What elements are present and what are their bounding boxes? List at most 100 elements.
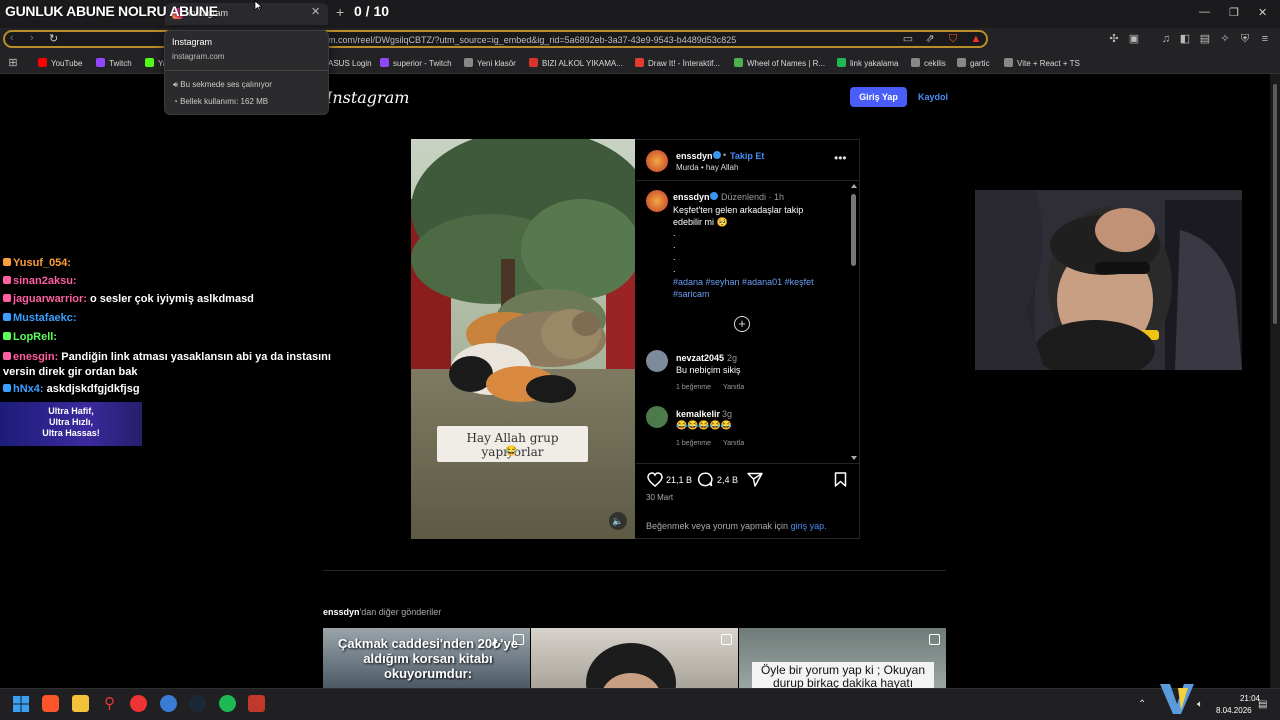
bookmark-item[interactable]: cekilis (911, 58, 946, 68)
comment-avatar[interactable] (646, 406, 668, 428)
plus-circle-icon[interactable]: + (734, 316, 750, 332)
signup-link[interactable]: Kaydol (918, 92, 948, 102)
apps-grid-icon[interactable]: ⊞ (7, 57, 19, 69)
comment-icon[interactable] (697, 472, 713, 487)
comment-reply-button[interactable]: Yanıtla (723, 384, 744, 391)
ad-line: Ultra Hassas! (42, 428, 100, 438)
hover-card-memory-text: Bellek kullanımı: 162 MB (180, 97, 269, 106)
brave-icon[interactable] (42, 695, 59, 712)
url-text[interactable]: m.com/reel/DWgsilqCBTZ/?utm_source=ig_em… (328, 35, 736, 45)
comment-count[interactable]: 2,4 B (717, 475, 738, 485)
bookmark-item[interactable]: YouTube (38, 58, 82, 68)
bookmark-favicon-icon (464, 58, 473, 67)
comment-likes[interactable]: 1 beğenme (676, 384, 711, 391)
page-scrollbar-thumb[interactable] (1273, 84, 1277, 324)
login-prompt-link[interactable]: giriş yap. (791, 521, 827, 531)
blue-app-icon[interactable] (160, 695, 177, 712)
more-post-thumbnail[interactable] (531, 628, 738, 688)
reel-video[interactable] (411, 139, 635, 539)
more-posts-user[interactable]: enssdyn (323, 607, 360, 617)
mouse-cursor-icon (254, 0, 262, 12)
brave-shields-icon[interactable]: ⛉ (947, 33, 959, 45)
back-icon[interactable]: ‹ (10, 32, 14, 44)
sidebar-icon[interactable]: ◧ (1179, 33, 1191, 45)
tray-chevron-icon[interactable]: ⌃ (1138, 699, 1146, 710)
heart-icon[interactable] (647, 472, 663, 487)
clock-time[interactable]: 21:04 (1228, 694, 1260, 703)
volume-icon[interactable]: 🔈︎ (1197, 699, 1203, 710)
new-tab-button[interactable]: + (336, 4, 344, 20)
chat-message: jaguarwarrior: o sesler çok iyiymiş aslk… (3, 293, 254, 305)
folder-icon[interactable] (72, 695, 89, 712)
hover-card-title: Instagram (172, 37, 213, 47)
reel-icon (513, 634, 524, 645)
notifications-icon[interactable]: ▤ (1258, 699, 1267, 710)
red-app-icon[interactable] (130, 695, 147, 712)
comments-scrollbar-thumb[interactable] (851, 194, 856, 266)
close-window-icon[interactable]: ✕ (1258, 6, 1267, 19)
author-username[interactable]: enssdyn (676, 151, 713, 161)
location-pin-icon[interactable]: ⚲ (101, 695, 118, 712)
caption-dot: . (673, 252, 676, 262)
comment-text: 😂😂😂😂😂 (676, 420, 733, 430)
bookmark-item[interactable]: Draw It! - İnteraktif... (635, 58, 720, 68)
media-icon[interactable]: ♫ (1160, 33, 1172, 45)
share-icon[interactable] (747, 472, 763, 487)
chat-username: LopRell: (13, 331, 57, 343)
windows-icon[interactable] (13, 696, 29, 712)
leo-icon[interactable]: ✧ (1219, 33, 1231, 45)
chat-username: jaguarwarrior: (13, 293, 87, 305)
comment-likes[interactable]: 1 beğenme (676, 440, 711, 447)
more-options-icon[interactable]: ••• (834, 151, 847, 165)
spotify-icon[interactable] (219, 695, 236, 712)
comment-username[interactable]: nevzat2045 (676, 353, 724, 363)
obs-icon[interactable] (248, 695, 265, 712)
comment-avatar[interactable] (646, 350, 668, 372)
bookmark-item[interactable]: link yakalama (837, 58, 898, 68)
wallet-icon[interactable]: ▣ (1128, 33, 1140, 45)
bookmark-item[interactable]: Yeni klasör (464, 58, 516, 68)
tab-close-icon[interactable]: ✕ (311, 5, 320, 18)
caption-username[interactable]: enssdyn (673, 192, 710, 202)
audio-track[interactable]: Murda • hay Allah (676, 163, 738, 172)
like-count[interactable]: 21,1 B (666, 475, 692, 485)
caption-avatar[interactable] (646, 190, 668, 212)
chat-message: Yusuf_054: (3, 257, 71, 269)
follow-button[interactable]: Takip Et (730, 151, 764, 161)
bookmark-favicon-icon (734, 58, 743, 67)
vpn-icon[interactable]: ⛨ (1239, 33, 1251, 45)
bookmark-item[interactable]: BIZI ALKOL YIKAMA... (529, 58, 623, 68)
instagram-logo[interactable]: Instagram (326, 88, 409, 107)
minimize-icon[interactable]: — (1199, 6, 1210, 18)
video-caption-emoji: 😂 (505, 446, 518, 457)
clock-date[interactable]: 8.04.2026 (1216, 706, 1252, 715)
chat-message: hNx4: askdjskdfgjdkfjsg (3, 383, 140, 395)
cats-video-frame (411, 139, 635, 539)
divider (323, 570, 946, 571)
bookmark-label: superior - Twitch (393, 59, 452, 68)
caption-edited-time: Düzenlendi · 1h (721, 192, 785, 202)
login-button[interactable]: Giriş Yap (850, 87, 907, 107)
author-avatar[interactable] (646, 150, 668, 172)
share-page-icon[interactable]: ⇗ (924, 33, 936, 45)
cast-icon[interactable]: ▭ (902, 33, 914, 45)
comment-reply-button[interactable]: Yanıtla (723, 440, 744, 447)
brave-rewards-icon[interactable]: ▲ (970, 33, 982, 45)
mute-icon[interactable]: 🔈 (609, 512, 627, 530)
bookmark-item[interactable]: Vite + React + TS (1004, 58, 1080, 68)
steam-icon[interactable] (189, 695, 206, 712)
wallet-2-icon[interactable]: ▤ (1199, 33, 1211, 45)
bookmark-item[interactable]: Wheel of Names | R... (734, 58, 825, 68)
bookmark-item[interactable]: superior - Twitch (380, 58, 452, 68)
maximize-icon[interactable]: ❐ (1229, 6, 1239, 19)
reload-icon[interactable]: ↻ (49, 32, 58, 45)
bookmark-icon[interactable] (834, 472, 847, 487)
forward-icon[interactable]: › (30, 32, 34, 44)
bookmark-item[interactable]: gartic (957, 58, 990, 68)
menu-icon[interactable]: ≡ (1259, 33, 1271, 45)
caption-hashtags[interactable]: #adana #seyhan #adana01 #keşfet #saricam (673, 276, 833, 300)
comment-username[interactable]: kemalkelir (676, 409, 720, 419)
chat-badge-icon (3, 384, 11, 392)
extensions-icon[interactable]: ✣ (1108, 33, 1120, 45)
bookmark-item[interactable]: Twitch (96, 58, 132, 68)
